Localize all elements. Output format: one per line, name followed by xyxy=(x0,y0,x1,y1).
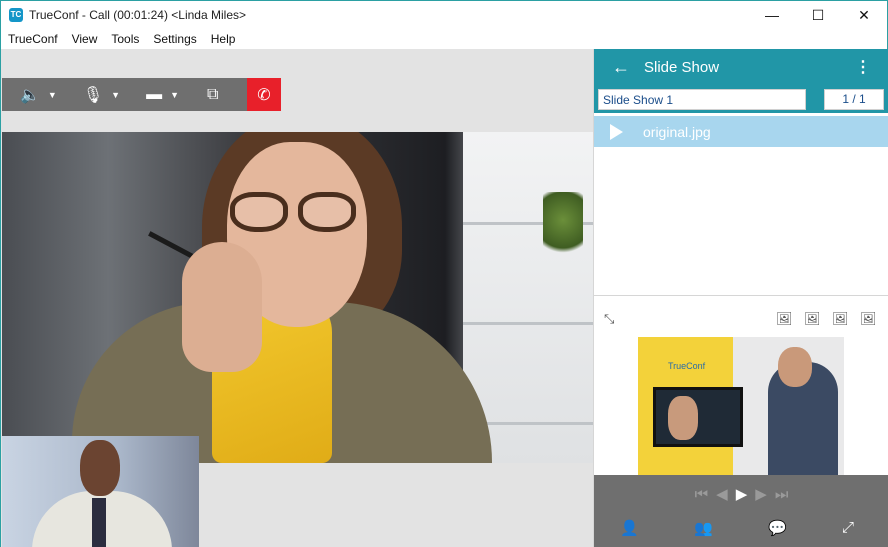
minimize-button[interactable]: — xyxy=(749,1,795,29)
camera-icon: ▬ xyxy=(146,85,163,103)
camera-button[interactable]: ▬ ▼ xyxy=(146,78,179,111)
remote-participant xyxy=(72,132,512,463)
previous-slide-icon[interactable]: ◀ xyxy=(716,485,728,503)
slide-list-item[interactable]: original.jpg xyxy=(594,116,888,147)
last-slide-icon[interactable]: ⏭ xyxy=(775,486,789,503)
window-title: TrueConf - Call (00:01:24) <Linda Miles> xyxy=(29,8,246,22)
slide-show-info-bar: Slide Show 1 1 / 1 xyxy=(594,85,888,113)
maximize-icon: ☐ xyxy=(811,6,825,23)
remove-image-icon[interactable]: 🖼 xyxy=(804,311,821,327)
divider xyxy=(594,295,888,296)
panel-nav-bar: 👤 👥 💬 ⤢ xyxy=(594,519,888,541)
menu-tools[interactable]: Tools xyxy=(104,32,146,46)
fit-to-window-icon[interactable]: ⤡ xyxy=(604,311,614,327)
speaker-button[interactable]: 🔈 ▼ xyxy=(20,78,57,111)
menu-trueconf[interactable]: TrueConf xyxy=(1,32,65,46)
playback-row: ⏮ ◀ ▶ ▶ ⏭ xyxy=(594,483,888,505)
window-controls: — ☐ ✕ xyxy=(749,1,887,29)
screen-share-icon: ⧉ xyxy=(207,85,219,103)
chevron-down-icon[interactable]: ▼ xyxy=(170,90,179,100)
maximize-button[interactable]: ☐ xyxy=(795,1,841,29)
playback-controls: ⏮ ◀ ▶ ▶ ⏭ 👤 👥 💬 ⤢ xyxy=(594,475,888,547)
menu-view[interactable]: View xyxy=(65,32,105,46)
slide-file-name: original.jpg xyxy=(643,123,711,140)
self-view-video[interactable] xyxy=(2,436,199,547)
next-slide-icon[interactable]: ▶ xyxy=(755,485,767,503)
add-image-icon[interactable]: 🖼 xyxy=(776,311,793,327)
contacts-icon[interactable]: 👤 xyxy=(620,519,639,537)
screen-share-button[interactable]: ⧉ xyxy=(207,78,218,111)
chevron-down-icon[interactable]: ▼ xyxy=(111,90,120,100)
close-button[interactable]: ✕ xyxy=(841,1,887,29)
hangup-icon: ✆ xyxy=(257,86,271,104)
move-image-down-icon[interactable]: 🖼 xyxy=(860,311,877,327)
background-plant xyxy=(543,192,583,262)
minimize-icon: — xyxy=(765,7,779,23)
menu-settings[interactable]: Settings xyxy=(146,32,203,46)
microphone-icon: 🎙 xyxy=(82,86,104,104)
hangup-button[interactable]: ✆ xyxy=(247,78,281,111)
more-options-icon[interactable]: ⋮ xyxy=(855,57,871,77)
call-toolbar: 🔈 ▼ 🎙 ▼ ▬ ▼ ⧉ ✆ xyxy=(2,78,281,111)
back-arrow-icon[interactable]: ← xyxy=(612,57,632,78)
slide-show-name-field[interactable]: Slide Show 1 xyxy=(598,89,806,110)
microphone-button[interactable]: 🎙 ▼ xyxy=(83,78,120,111)
video-area: 🔈 ▼ 🎙 ▼ ▬ ▼ ⧉ ✆ xyxy=(1,49,593,547)
remote-video xyxy=(2,132,593,463)
speaker-icon: 🔈 xyxy=(20,86,40,104)
play-circle-icon[interactable]: ▶ xyxy=(736,485,748,503)
menu-bar: TrueConf View Tools Settings Help xyxy=(1,29,887,49)
play-icon xyxy=(610,123,623,140)
trueconf-logo-icon: TC xyxy=(9,8,23,22)
panel-title: Slide Show xyxy=(644,58,720,76)
close-icon: ✕ xyxy=(858,6,870,23)
title-bar[interactable]: TC TrueConf - Call (00:01:24) <Linda Mil… xyxy=(1,1,887,29)
chat-icon[interactable]: 💬 xyxy=(768,519,787,537)
slide-show-header: ← Slide Show ⋮ xyxy=(594,49,888,85)
chevron-down-icon[interactable]: ▼ xyxy=(48,90,57,100)
page-indicator: 1 / 1 xyxy=(824,89,884,110)
app-window: TC TrueConf - Call (00:01:24) <Linda Mil… xyxy=(0,0,888,547)
participants-icon[interactable]: 👥 xyxy=(694,519,713,537)
slide-show-panel: ← Slide Show ⋮ Slide Show 1 1 / 1 origin… xyxy=(593,49,888,547)
tv-logo: TrueConf xyxy=(668,361,706,371)
move-image-up-icon[interactable]: 🖼 xyxy=(832,311,849,327)
slide-preview-image: TrueConf xyxy=(638,337,844,475)
first-slide-icon[interactable]: ⏮ xyxy=(695,486,709,503)
menu-help[interactable]: Help xyxy=(204,32,243,46)
expand-icon[interactable]: ⤢ xyxy=(842,519,854,536)
